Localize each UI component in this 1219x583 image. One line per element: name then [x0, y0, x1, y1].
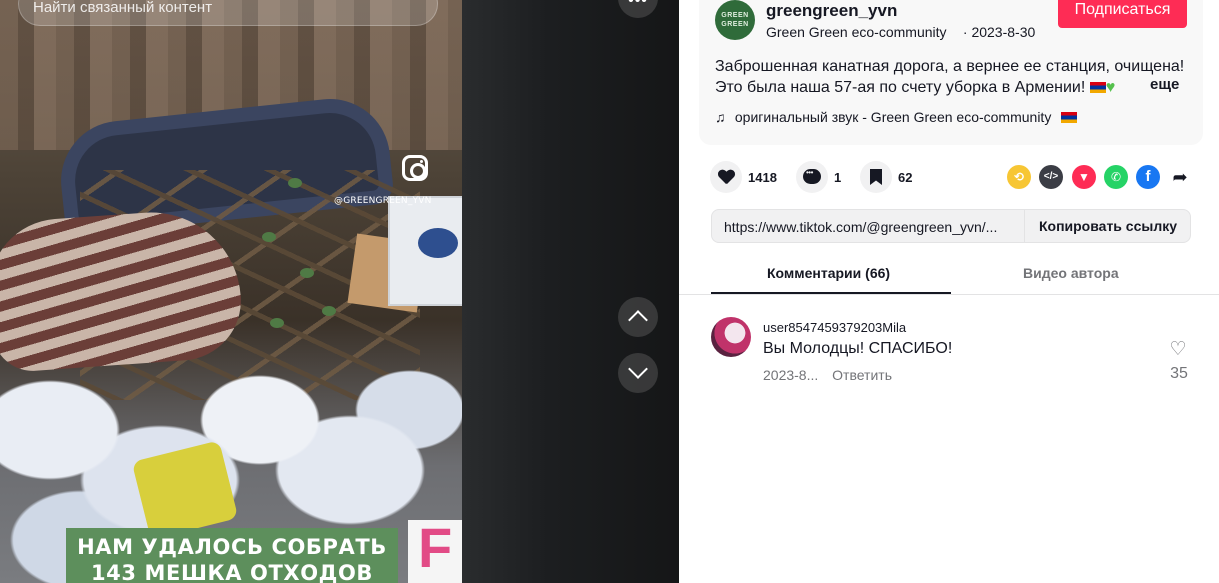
post-description-line-2-wrap: Это была наша 57-ая по счету уборка в Ар… [715, 77, 1195, 98]
instagram-icon [402, 155, 428, 181]
sound-link[interactable]: ♫ оригинальный звук - Green Green eco-co… [715, 109, 1078, 125]
author-avatar[interactable]: GREEN GREEN [715, 0, 755, 40]
bookmark-icon [870, 169, 882, 185]
scene-box [388, 196, 462, 306]
save-count: 62 [898, 170, 913, 185]
facebook-icon[interactable]: f [1136, 165, 1160, 189]
music-note-icon: ♫ [715, 109, 726, 125]
related-search-input[interactable] [33, 0, 393, 19]
comment-count: 1 [834, 170, 842, 185]
share-link-bar: https://www.tiktok.com/@greengreen_yvn/.… [711, 209, 1191, 243]
comment-heart-icon[interactable]: ♡ [1169, 340, 1187, 359]
share-link-text[interactable]: https://www.tiktok.com/@greengreen_yvn/.… [724, 219, 1018, 235]
whatsapp-icon[interactable]: ✆ [1104, 165, 1128, 189]
author-nickname[interactable]: Green Green eco-community [766, 24, 959, 40]
like-count: 1418 [748, 170, 777, 185]
like-button[interactable] [710, 161, 742, 193]
reply-button[interactable]: Ответить [832, 367, 892, 383]
scene-leaf [262, 232, 276, 242]
sound-name[interactable]: оригинальный звук - Green Green eco-comm… [735, 109, 1051, 125]
panel-tabs: Комментарии (66) Видео автора [679, 255, 1219, 295]
description-more-link[interactable]: еще [1150, 76, 1179, 93]
next-video-button[interactable] [618, 353, 658, 393]
comment-date: 2023-8... [763, 367, 819, 383]
commenter-avatar[interactable] [711, 317, 751, 357]
comment-meta: 2023-8... Ответить [763, 367, 892, 383]
comment-like-count: 35 [1170, 365, 1188, 382]
green-heart-emoji: ♥ [1105, 79, 1116, 96]
comment-text: Вы Молодцы! СПАСИБО! [763, 340, 953, 357]
post-info-card: GREEN GREEN greengreen_yvn Green Green e… [699, 0, 1203, 145]
video-background-blur [462, 0, 679, 583]
author-username[interactable]: greengreen_yvn [766, 1, 897, 21]
forward-icon[interactable]: ➦ [1168, 165, 1192, 189]
chevron-down-icon [628, 359, 648, 379]
video-caption-line-1: НАМ УДАЛОСЬ СОБРАТЬ [77, 535, 387, 559]
post-description: Заброшенная канатная дорога, а вернее ее… [715, 56, 1195, 98]
tab-creator-videos[interactable]: Видео автора [1023, 265, 1119, 281]
tab-comments[interactable]: Комментарии (66) [767, 265, 890, 281]
repost-icon[interactable]: ⟲ [1007, 165, 1031, 189]
armenia-flag-emoji [1061, 112, 1078, 123]
send-icon[interactable]: ▼ [1072, 165, 1096, 189]
follow-button[interactable]: Подписаться [1058, 0, 1187, 28]
post-date: · 2023-8-30 [962, 24, 1036, 40]
scene-leaf [300, 268, 314, 278]
video-caption-overlay: НАМ УДАЛОСЬ СОБРАТЬ 143 МЕШКА ОТХОДОВ [66, 528, 398, 583]
related-search-box[interactable] [18, 0, 438, 26]
details-panel: GREEN GREEN greengreen_yvn Green Green e… [679, 0, 1219, 583]
comment-item: user8547459379203Mila Вы Молодцы! СПАСИБ… [711, 317, 1201, 397]
video-area[interactable]: F @GREENGREEN_YVN НАМ УДАЛОСЬ СОБРАТЬ 14… [0, 0, 679, 583]
active-tab-indicator [711, 292, 951, 294]
post-description-line-2: Это была наша 57-ая по счету уборка в Ар… [715, 79, 1086, 96]
video-caption-line-2: 143 МЕШКА ОТХОДОВ [90, 561, 374, 583]
comment-button[interactable] [796, 161, 828, 193]
video-watermark-handle: @GREENGREEN_YVN [334, 196, 432, 206]
chevron-up-icon [628, 310, 648, 330]
armenia-flag-emoji [1089, 82, 1106, 93]
previous-video-button[interactable] [618, 297, 658, 337]
copy-link-button[interactable]: Копировать ссылку [1024, 210, 1191, 242]
video-player[interactable]: F @GREENGREEN_YVN НАМ УДАЛОСЬ СОБРАТЬ 14… [0, 0, 462, 583]
scene-leaf [270, 318, 284, 328]
embed-icon[interactable]: </> [1039, 165, 1063, 189]
scene-leaf [322, 306, 336, 316]
scene-box-logo [418, 228, 458, 258]
author-nickname-line: Green Green eco-community · 2023-8-30 [766, 24, 1035, 40]
commenter-username[interactable]: user8547459379203Mila [763, 320, 906, 335]
comment-icon [803, 168, 821, 184]
heart-icon [718, 170, 734, 184]
post-description-line-1: Заброшенная канатная дорога, а вернее ее… [715, 58, 1185, 75]
scene-pink-letter: F [418, 516, 453, 579]
save-button[interactable] [860, 161, 892, 193]
scene-leaf [288, 178, 302, 188]
